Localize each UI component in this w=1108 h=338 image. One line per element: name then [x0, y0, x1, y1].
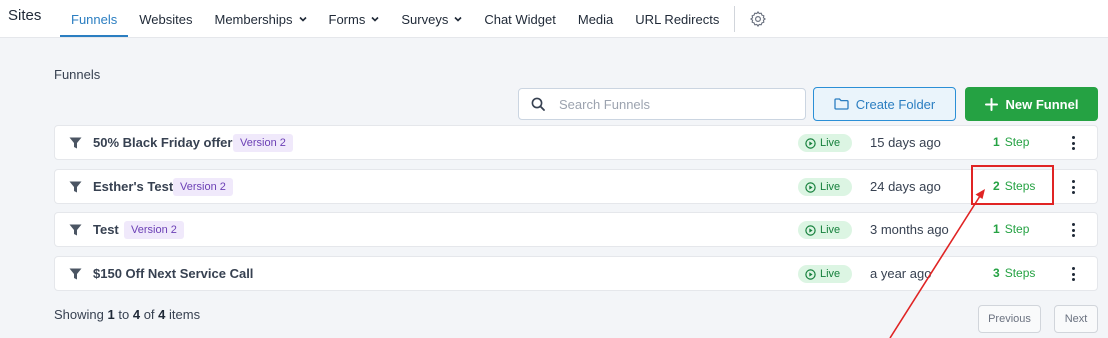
funnel-name[interactable]: Test	[93, 222, 119, 237]
nav-tab-label: Forms	[328, 11, 366, 27]
summary-to: 4	[132, 307, 141, 322]
summary-of-word: of	[143, 307, 155, 322]
nav-links: Funnels Websites Memberships Forms Surve…	[60, 0, 767, 38]
nav-tab-surveys[interactable]: Surveys	[390, 0, 473, 38]
nav-tab-websites[interactable]: Websites	[128, 0, 203, 38]
status-badge: Live	[798, 134, 852, 152]
nav-tab-memberships[interactable]: Memberships	[203, 0, 317, 38]
page-title: Funnels	[54, 67, 101, 82]
nav-tab-label: Websites	[139, 11, 193, 27]
chevron-down-icon	[371, 16, 379, 22]
step-label: Steps	[1004, 266, 1036, 280]
summary-items-word: items	[169, 307, 201, 322]
step-label: Step	[1004, 135, 1030, 149]
filter-icon	[69, 224, 82, 236]
updated-time: 24 days ago	[870, 179, 941, 194]
summary-prefix: Showing	[54, 307, 104, 322]
status-badge: Live	[798, 265, 852, 283]
status-label: Live	[820, 268, 841, 280]
step-number: 3	[993, 266, 1000, 280]
play-circle-icon	[805, 224, 816, 236]
updated-time: 3 months ago	[870, 222, 949, 237]
status-label: Live	[820, 137, 841, 149]
more-options-icon[interactable]	[1067, 135, 1079, 151]
nav-tab-label: Funnels	[71, 11, 118, 27]
funnel-name[interactable]: Esther's Test	[93, 179, 173, 194]
funnel-row[interactable]: $150 Off Next Service Call Live a year a…	[54, 256, 1098, 291]
funnel-row[interactable]: Esther's Test Version 2 Live 24 days ago…	[54, 169, 1098, 204]
create-folder-button[interactable]: Create Folder	[813, 87, 956, 121]
nav-tab-forms[interactable]: Forms	[318, 0, 391, 38]
status-badge: Live	[798, 221, 852, 239]
funnel-row[interactable]: Test Version 2 Live 3 months ago 1 Step	[54, 212, 1098, 247]
annotation-highlight-box	[971, 165, 1054, 205]
step-count[interactable]: 3 Steps	[993, 266, 1035, 280]
new-funnel-button[interactable]: New Funnel	[965, 87, 1098, 121]
play-circle-icon	[805, 137, 816, 149]
nav-tab-label: Media	[577, 11, 614, 27]
updated-time: 15 days ago	[870, 135, 941, 150]
chevron-down-icon	[454, 16, 462, 22]
step-count[interactable]: 1 Step	[993, 135, 1029, 149]
create-folder-label: Create Folder	[855, 96, 936, 112]
filter-icon	[69, 137, 82, 149]
step-label: Step	[1004, 222, 1030, 236]
previous-page-button[interactable]: Previous	[978, 305, 1041, 333]
more-options-icon[interactable]	[1067, 266, 1079, 282]
status-badge: Live	[798, 178, 852, 196]
nav-tab-chat-widget[interactable]: Chat Widget	[473, 0, 567, 38]
status-label: Live	[820, 224, 841, 236]
step-number: 1	[993, 222, 1000, 236]
version-badge: Version 2	[233, 134, 293, 152]
nav-tab-url-redirects[interactable]: URL Redirects	[624, 0, 730, 38]
folder-icon	[834, 98, 849, 110]
funnel-row[interactable]: 50% Black Friday offer Version 2 Live 15…	[54, 125, 1098, 160]
more-options-icon[interactable]	[1067, 222, 1079, 238]
nav-tab-label: Surveys	[401, 11, 449, 27]
version-badge: Version 2	[173, 178, 233, 196]
updated-time: a year ago	[870, 266, 932, 281]
nav-tab-label: Memberships	[214, 11, 293, 27]
nav-tab-label: Chat Widget	[484, 11, 556, 27]
nav-tab-funnels[interactable]: Funnels	[60, 0, 129, 38]
more-options-icon[interactable]	[1067, 179, 1079, 195]
chevron-down-icon	[298, 16, 307, 22]
nav-tab-label: URL Redirects	[635, 11, 720, 27]
new-funnel-label: New Funnel	[1005, 96, 1079, 112]
pagination-summary: Showing 1 to 4 of 4 items	[54, 307, 200, 322]
summary-to-word: to	[118, 307, 130, 322]
step-count[interactable]: 1 Step	[993, 222, 1029, 236]
search-box[interactable]	[518, 88, 806, 120]
funnel-name[interactable]: $150 Off Next Service Call	[93, 266, 253, 281]
plus-icon	[984, 97, 998, 111]
nav-tab-media[interactable]: Media	[567, 0, 624, 38]
brand-title: Sites	[8, 7, 42, 24]
summary-from: 1	[107, 307, 115, 322]
play-circle-icon	[805, 181, 816, 193]
summary-total: 4	[158, 307, 166, 322]
status-label: Live	[820, 181, 841, 193]
nav-divider	[734, 6, 736, 32]
filter-icon	[69, 181, 82, 193]
version-badge: Version 2	[124, 221, 184, 239]
funnel-name[interactable]: 50% Black Friday offer	[93, 135, 232, 150]
top-nav: Sites Funnels Websites Memberships Forms…	[0, 0, 1108, 38]
play-circle-icon	[805, 268, 816, 280]
search-input[interactable]	[559, 96, 779, 112]
search-icon	[531, 97, 545, 111]
gear-icon[interactable]	[749, 10, 767, 28]
filter-icon	[69, 268, 82, 280]
next-page-button[interactable]: Next	[1054, 305, 1098, 333]
step-number: 1	[993, 135, 1000, 149]
